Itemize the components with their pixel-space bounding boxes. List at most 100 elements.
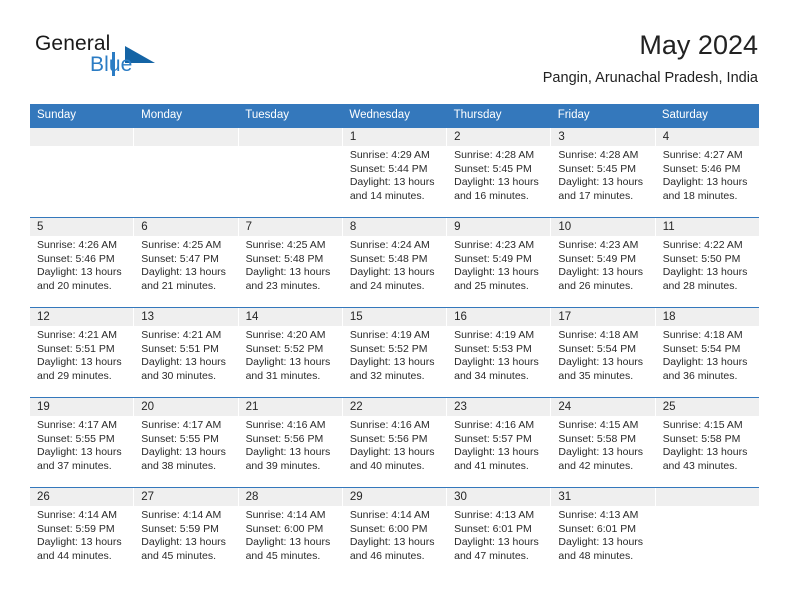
day-cell[interactable]: 30 Sunrise: 4:13 AM Sunset: 6:01 PM Dayligh… xyxy=(447,488,552,577)
sunset-text: Sunset: 5:49 PM xyxy=(454,252,532,265)
day-cell[interactable]: 11 Sunrise: 4:22 AM Sunset: 5:50 PM Dayligh… xyxy=(655,218,759,307)
day-details: Sunrise: 4:17 AM Sunset: 5:55 PM Daylight:… xyxy=(134,416,237,473)
sunrise-text: Sunrise: 4:28 AM xyxy=(454,149,535,161)
day-number: 4 xyxy=(655,128,759,146)
daylight-text: Daylight: 13 hours and 45 minutes. xyxy=(141,536,226,562)
daylight-text: Daylight: 13 hours and 26 minutes. xyxy=(558,266,644,292)
general-blue-logo[interactable]: General Blue xyxy=(30,32,250,88)
daylight-text: Daylight: 13 hours and 48 minutes. xyxy=(558,536,644,562)
week-row: 1 Sunrise: 4:29 AM Sunset: 5:44 PM Daylight… xyxy=(30,128,759,217)
day-number: 24 xyxy=(551,398,655,416)
daylight-text: Daylight: 13 hours and 44 minutes. xyxy=(37,536,122,562)
title-block: May 2024 Pangin, Arunachal Pradesh, Indi… xyxy=(543,28,758,89)
sunset-text: Sunset: 5:55 PM xyxy=(141,432,219,445)
daylight-text: Daylight: 13 hours and 39 minutes. xyxy=(245,446,331,472)
sunset-text: Sunset: 6:01 PM xyxy=(558,522,637,535)
weekday-header-friday: Friday xyxy=(557,109,590,121)
day-number: 28 xyxy=(238,488,342,506)
day-number xyxy=(134,128,238,146)
sunset-text: Sunset: 5:52 PM xyxy=(245,342,324,355)
day-number: 3 xyxy=(551,128,655,146)
day-number: 7 xyxy=(238,218,342,236)
sunset-text: Sunset: 5:58 PM xyxy=(558,432,637,445)
day-cell[interactable]: 27 Sunrise: 4:14 AM Sunset: 5:59 PM Dayligh… xyxy=(134,488,239,577)
day-number: 13 xyxy=(134,308,238,326)
day-cell[interactable]: 10 Sunrise: 4:23 AM Sunset: 5:49 PM Dayligh… xyxy=(551,218,656,307)
day-cell[interactable]: 9 Sunrise: 4:23 AM Sunset: 5:49 PM Daylight… xyxy=(447,218,552,307)
day-cell[interactable]: 8 Sunrise: 4:24 AM Sunset: 5:48 PM Daylight… xyxy=(342,218,448,307)
day-cell[interactable]: 3 Sunrise: 4:28 AM Sunset: 5:45 PM Daylight… xyxy=(551,128,656,217)
day-number: 21 xyxy=(238,398,342,416)
day-cell[interactable]: 6 Sunrise: 4:25 AM Sunset: 5:47 PM Daylight… xyxy=(134,218,239,307)
day-number: 30 xyxy=(447,488,551,506)
daylight-text: Daylight: 13 hours and 36 minutes. xyxy=(662,356,748,382)
sunset-text: Sunset: 5:54 PM xyxy=(662,342,741,355)
day-details: Sunrise: 4:16 AM Sunset: 5:56 PM Daylight:… xyxy=(239,416,342,473)
day-cell[interactable]: 16 Sunrise: 4:19 AM Sunset: 5:53 PM Dayligh… xyxy=(447,308,552,397)
sunrise-text: Sunrise: 4:19 AM xyxy=(349,329,430,341)
day-cell-empty xyxy=(238,128,343,217)
day-cell[interactable]: 18 Sunrise: 4:18 AM Sunset: 5:54 PM Dayligh… xyxy=(655,308,759,397)
day-cell[interactable]: 12 Sunrise: 4:21 AM Sunset: 5:51 PM Dayligh… xyxy=(30,308,135,397)
day-details: Sunrise: 4:18 AM Sunset: 5:54 PM Daylight:… xyxy=(656,326,759,383)
day-cell[interactable]: 4 Sunrise: 4:27 AM Sunset: 5:46 PM Daylight… xyxy=(655,128,759,217)
day-details: Sunrise: 4:13 AM Sunset: 6:01 PM Daylight:… xyxy=(551,506,654,563)
daylight-text: Daylight: 13 hours and 46 minutes. xyxy=(349,536,435,562)
day-cell[interactable]: 26 Sunrise: 4:14 AM Sunset: 5:59 PM Dayligh… xyxy=(30,488,135,577)
day-cell[interactable]: 31 Sunrise: 4:13 AM Sunset: 6:01 PM Dayligh… xyxy=(551,488,656,577)
weekday-header-row: Sunday Monday Tuesday Wednesday Thursday Frid… xyxy=(30,104,759,128)
day-cell[interactable]: 25 Sunrise: 4:15 AM Sunset: 5:58 PM Dayligh… xyxy=(655,398,759,487)
day-number: 22 xyxy=(342,398,447,416)
week-row: 5 Sunrise: 4:26 AM Sunset: 5:46 PM Daylight… xyxy=(30,217,759,307)
day-details: Sunrise: 4:19 AM Sunset: 5:52 PM Daylight:… xyxy=(343,326,446,383)
sunrise-text: Sunrise: 4:22 AM xyxy=(662,239,743,251)
daylight-text: Daylight: 13 hours and 31 minutes. xyxy=(245,356,331,382)
day-cell[interactable]: 2 Sunrise: 4:28 AM Sunset: 5:45 PM Daylight… xyxy=(447,128,552,217)
day-cell[interactable]: 20 Sunrise: 4:17 AM Sunset: 5:55 PM Dayligh… xyxy=(134,398,239,487)
sunrise-text: Sunrise: 4:14 AM xyxy=(141,509,222,521)
sunrise-text: Sunrise: 4:20 AM xyxy=(245,329,326,341)
day-cell[interactable]: 22 Sunrise: 4:16 AM Sunset: 5:56 PM Dayligh… xyxy=(342,398,448,487)
day-cell[interactable]: 14 Sunrise: 4:20 AM Sunset: 5:52 PM Dayligh… xyxy=(238,308,343,397)
sunset-text: Sunset: 6:01 PM xyxy=(454,522,532,535)
sunrise-text: Sunrise: 4:23 AM xyxy=(558,239,639,251)
sunset-text: Sunset: 5:52 PM xyxy=(349,342,428,355)
location-subtitle: Pangin, Arunachal Pradesh, India xyxy=(542,70,758,86)
day-details: Sunrise: 4:22 AM Sunset: 5:50 PM Daylight:… xyxy=(656,236,759,293)
day-cell[interactable]: 7 Sunrise: 4:25 AM Sunset: 5:48 PM Daylight… xyxy=(238,218,343,307)
daylight-text: Daylight: 13 hours and 45 minutes. xyxy=(245,536,331,562)
sunset-text: Sunset: 5:44 PM xyxy=(349,162,428,175)
day-details: Sunrise: 4:19 AM Sunset: 5:53 PM Daylight:… xyxy=(447,326,550,383)
daylight-text: Daylight: 13 hours and 29 minutes. xyxy=(37,356,122,382)
sunrise-text: Sunrise: 4:24 AM xyxy=(349,239,430,251)
sunrise-text: Sunrise: 4:21 AM xyxy=(37,329,117,341)
day-cell[interactable]: 29 Sunrise: 4:14 AM Sunset: 6:00 PM Dayligh… xyxy=(342,488,448,577)
sunrise-text: Sunrise: 4:29 AM xyxy=(349,149,430,161)
day-cell[interactable]: 24 Sunrise: 4:15 AM Sunset: 5:58 PM Dayligh… xyxy=(551,398,656,487)
day-details: Sunrise: 4:29 AM Sunset: 5:44 PM Daylight:… xyxy=(343,146,446,203)
sunset-text: Sunset: 5:57 PM xyxy=(454,432,532,445)
day-details: Sunrise: 4:20 AM Sunset: 5:52 PM Daylight:… xyxy=(239,326,342,383)
daylight-text: Daylight: 13 hours and 20 minutes. xyxy=(37,266,122,292)
page-header: General Blue May 2024 Pangin, Arunachal … xyxy=(30,28,758,96)
day-cell[interactable]: 15 Sunrise: 4:19 AM Sunset: 5:52 PM Dayligh… xyxy=(342,308,448,397)
logo-text-blue: Blue xyxy=(90,53,133,76)
day-cell[interactable]: 21 Sunrise: 4:16 AM Sunset: 5:56 PM Dayligh… xyxy=(238,398,343,487)
day-cell[interactable]: 28 Sunrise: 4:14 AM Sunset: 6:00 PM Dayligh… xyxy=(238,488,343,577)
day-details: Sunrise: 4:25 AM Sunset: 5:48 PM Daylight:… xyxy=(239,236,342,293)
daylight-text: Daylight: 13 hours and 40 minutes. xyxy=(349,446,435,472)
day-cell[interactable]: 5 Sunrise: 4:26 AM Sunset: 5:46 PM Daylight… xyxy=(30,218,135,307)
day-cell[interactable]: 19 Sunrise: 4:17 AM Sunset: 5:55 PM Dayligh… xyxy=(30,398,135,487)
sunset-text: Sunset: 5:45 PM xyxy=(558,162,637,175)
daylight-text: Daylight: 13 hours and 24 minutes. xyxy=(349,266,435,292)
sunset-text: Sunset: 5:51 PM xyxy=(141,342,219,355)
sunset-text: Sunset: 5:48 PM xyxy=(245,252,324,265)
sunrise-text: Sunrise: 4:14 AM xyxy=(349,509,430,521)
daylight-text: Daylight: 13 hours and 43 minutes. xyxy=(662,446,748,472)
day-number: 17 xyxy=(551,308,655,326)
day-cell[interactable]: 13 Sunrise: 4:21 AM Sunset: 5:51 PM Dayligh… xyxy=(134,308,239,397)
day-cell[interactable]: 17 Sunrise: 4:18 AM Sunset: 5:54 PM Dayligh… xyxy=(551,308,656,397)
day-number: 18 xyxy=(655,308,759,326)
day-cell[interactable]: 23 Sunrise: 4:16 AM Sunset: 5:57 PM Dayligh… xyxy=(447,398,552,487)
day-cell[interactable]: 1 Sunrise: 4:29 AM Sunset: 5:44 PM Daylight… xyxy=(342,128,448,217)
